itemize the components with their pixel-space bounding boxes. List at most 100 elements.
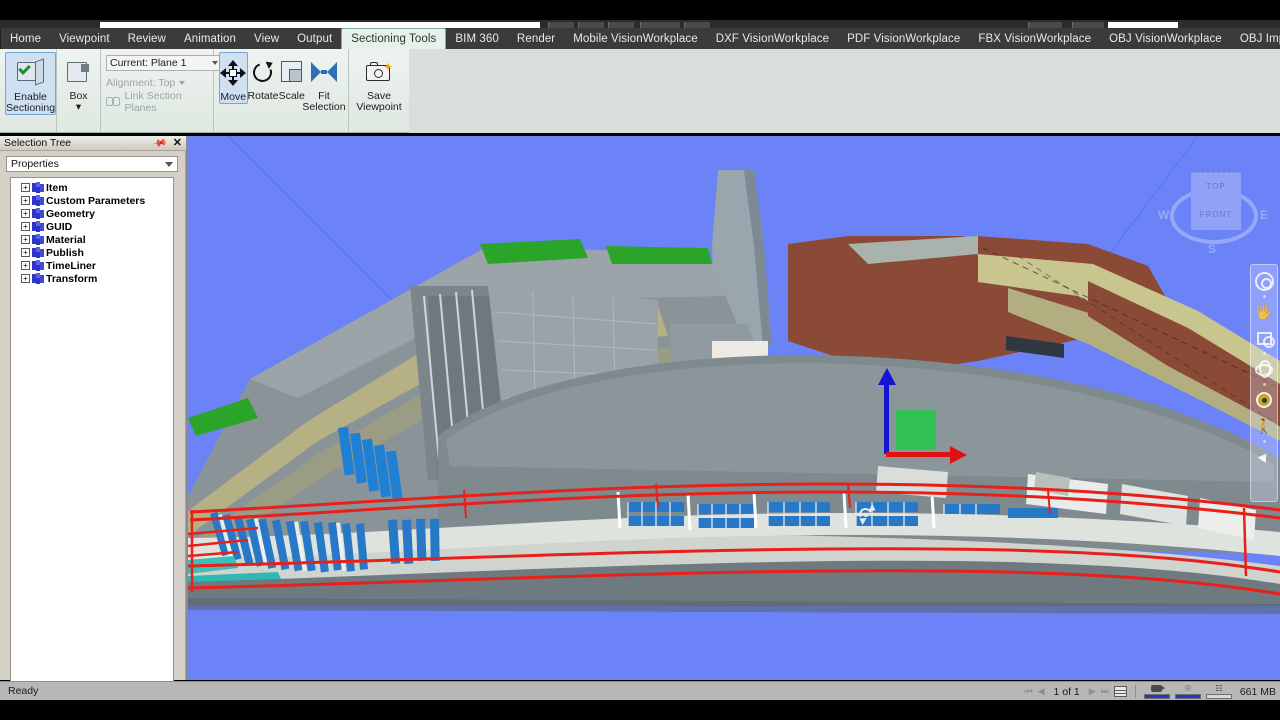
tab-obj-visionworkplace[interactable]: OBJ VisionWorkplace — [1100, 28, 1231, 49]
save-viewpoint-button[interactable]: ✦ Save Viewpoint — [354, 52, 404, 113]
navigation-bar[interactable]: 🖐 🚶 — [1250, 264, 1278, 502]
panel-planes-settings: Current: Plane 1 Alignment: Top Link Sec… — [101, 49, 222, 133]
page-nav-first[interactable]: ⏮ — [1024, 686, 1032, 697]
tab-dxf-visionworkplace[interactable]: DXF VisionWorkplace — [707, 28, 838, 49]
status-bar: Ready ⏮ ◀ 1 of 1 ▶ ⏭ ☉ ☷ 661 MB — [0, 681, 1280, 700]
panel-transform: Move Rotate Scale Fit Selection — [214, 49, 349, 133]
link-icon — [106, 95, 120, 109]
gizmo-z-axis[interactable] — [884, 382, 889, 454]
section-plane-icon — [16, 56, 45, 90]
navisworks-window: Home Viewpoint Review Animation View Out… — [0, 0, 1280, 720]
enable-sectioning-label-line2: Sectioning — [6, 102, 56, 114]
selection-tree-mode-dropdown[interactable]: Properties — [6, 156, 178, 172]
application-menu-button[interactable] — [0, 28, 1, 49]
view-cube-top-face[interactable]: TOP — [1191, 182, 1241, 191]
link-section-planes-button[interactable]: Link Section Planes — [106, 90, 208, 114]
orbit-cursor — [857, 504, 878, 525]
tree-item-geometry[interactable]: + Geometry — [11, 207, 173, 220]
tree-item-transform[interactable]: + Transform — [11, 272, 173, 285]
close-icon[interactable]: ✕ — [173, 138, 182, 149]
current-plane-value: Current: Plane 1 — [110, 57, 187, 69]
tree-item-publish[interactable]: + Publish — [11, 246, 173, 259]
selection-tree-title: Selection Tree — [4, 137, 72, 149]
pan-hand-icon[interactable]: 🖐 — [1252, 300, 1276, 324]
tab-mobile-visionworkplace[interactable]: Mobile VisionWorkplace — [564, 28, 707, 49]
selection-tree-list[interactable]: + Item + Custom Parameters + Geometry + … — [10, 177, 174, 720]
page-nav-last[interactable]: ⏭ — [1101, 686, 1109, 697]
link-section-planes-label: Link Section Planes — [124, 89, 182, 114]
tab-review[interactable]: Review — [119, 28, 175, 49]
page-nav-prev[interactable]: ◀ — [1038, 686, 1045, 697]
tree-item-label: Publish — [46, 246, 84, 259]
ribbon-panel-row: Enable Sectioning Box ▾ Current: Plane 1… — [0, 49, 409, 133]
model-viewport[interactable]: TOP FRONT W E S 🖐 🚶 — [188, 136, 1280, 680]
look-around-icon[interactable] — [1252, 388, 1276, 412]
gizmo-x-axis[interactable] — [886, 452, 954, 457]
tab-bim-360[interactable]: BIM 360 — [446, 28, 508, 49]
expand-icon[interactable]: + — [21, 235, 30, 244]
tab-view[interactable]: View — [245, 28, 288, 49]
expand-icon[interactable]: + — [21, 274, 30, 283]
compass-south[interactable]: S — [1208, 242, 1216, 256]
property-icon — [32, 195, 44, 206]
rotate-tool-button[interactable]: Rotate — [248, 52, 278, 102]
fit-selection-icon — [311, 55, 337, 89]
expand-icon[interactable]: + — [21, 183, 30, 192]
nav-separator-dot — [1262, 440, 1266, 443]
tab-viewpoint[interactable]: Viewpoint — [50, 28, 119, 49]
compass-east[interactable]: E — [1260, 208, 1268, 222]
tab-render[interactable]: Render — [508, 28, 564, 49]
gizmo-plane-handle[interactable] — [896, 410, 936, 450]
view-cube-front-face[interactable]: FRONT — [1191, 210, 1241, 219]
enable-sectioning-button[interactable]: Enable Sectioning — [5, 52, 57, 115]
box-mode-button[interactable]: Box ▾ — [62, 52, 95, 113]
expand-icon[interactable]: + — [21, 209, 30, 218]
nav-separator-dot — [1262, 295, 1266, 298]
page-nav-next[interactable]: ▶ — [1089, 686, 1096, 697]
tab-obj-importer[interactable]: OBJ Importer — [1231, 28, 1280, 49]
alignment-dropdown[interactable]: Alignment: Top — [106, 75, 186, 90]
tree-item-custom-parameters[interactable]: + Custom Parameters — [11, 194, 173, 207]
disk-progress-meter: ☉ — [1174, 684, 1201, 699]
select-arrow-icon[interactable] — [1252, 445, 1276, 469]
tab-sectioning-tools[interactable]: Sectioning Tools — [341, 28, 447, 49]
zoom-window-icon[interactable] — [1252, 326, 1276, 350]
sheet-browser-icon[interactable] — [1113, 686, 1127, 697]
chevron-down-icon — [165, 161, 173, 167]
tab-fbx-visionworkplace[interactable]: FBX VisionWorkplace — [969, 28, 1100, 49]
steering-wheel-icon[interactable] — [1252, 269, 1276, 293]
status-bar-right: ⏮ ◀ 1 of 1 ▶ ⏭ ☉ ☷ 661 MB — [1024, 682, 1276, 701]
tree-item-label: Geometry — [46, 207, 96, 220]
expand-icon[interactable]: + — [21, 261, 30, 270]
tree-item-label: TimeLiner — [46, 259, 96, 272]
tree-item-material[interactable]: + Material — [11, 233, 173, 246]
tree-item-item[interactable]: + Item — [11, 181, 173, 194]
nav-separator-dot — [1262, 352, 1266, 355]
move-gizmo[interactable] — [878, 368, 974, 464]
property-icon — [32, 260, 44, 271]
compass-west[interactable]: W — [1158, 208, 1169, 222]
fit-selection-button[interactable]: Fit Selection — [302, 52, 346, 113]
property-icon — [32, 247, 44, 258]
view-cube[interactable]: TOP FRONT W E S — [1158, 160, 1268, 260]
scale-tool-button[interactable]: Scale — [278, 52, 305, 102]
tree-item-guid[interactable]: + GUID — [11, 220, 173, 233]
rotate-icon — [249, 55, 276, 89]
tree-item-timeliner[interactable]: + TimeLiner — [11, 259, 173, 272]
box-mode-caret: ▾ — [75, 101, 82, 113]
tab-pdf-visionworkplace[interactable]: PDF VisionWorkplace — [838, 28, 969, 49]
tab-animation[interactable]: Animation — [175, 28, 245, 49]
tab-home[interactable]: Home — [1, 28, 50, 49]
move-tool-button[interactable]: Move — [219, 52, 248, 104]
expand-icon[interactable]: + — [21, 196, 30, 205]
current-plane-dropdown[interactable]: Current: Plane 1 — [106, 55, 222, 71]
tab-output[interactable]: Output — [288, 28, 341, 49]
walk-icon[interactable]: 🚶 — [1252, 414, 1276, 438]
gizmo-x-arrowhead[interactable] — [950, 446, 967, 464]
auto-hide-pin-icon[interactable]: 📌 — [151, 135, 168, 151]
expand-icon[interactable]: + — [21, 248, 30, 257]
expand-icon[interactable]: + — [21, 222, 30, 231]
property-icon — [32, 273, 44, 284]
view-cube-body[interactable]: TOP FRONT — [1191, 172, 1241, 230]
orbit-icon[interactable] — [1252, 357, 1276, 381]
